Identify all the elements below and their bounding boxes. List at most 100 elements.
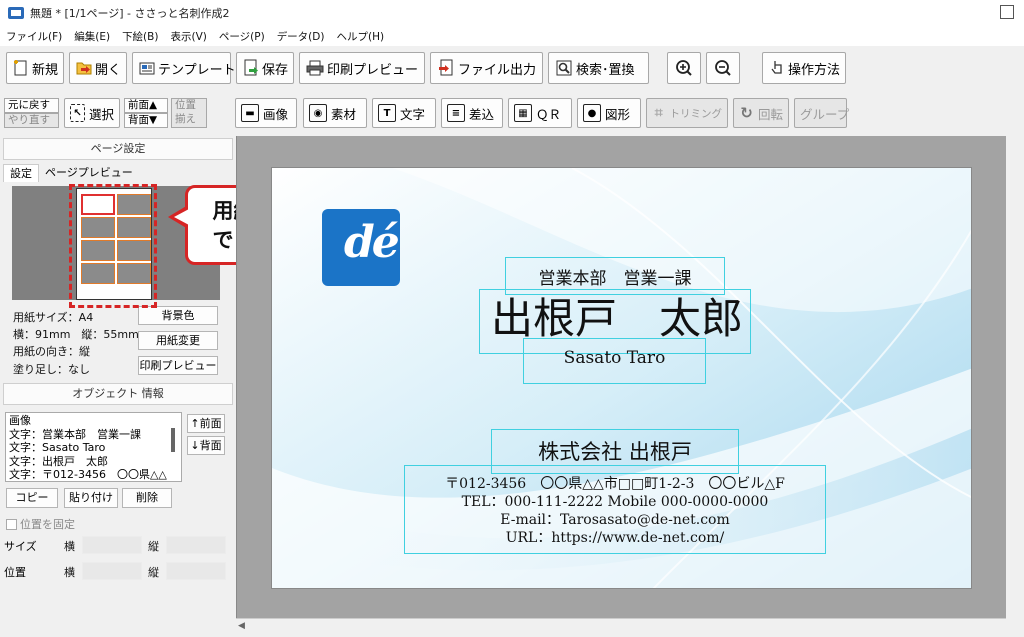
fix-position-checkbox[interactable] bbox=[6, 518, 17, 530]
position-y-field[interactable] bbox=[166, 562, 226, 580]
shape-label: 図形 bbox=[605, 106, 631, 122]
print-preview-side-button[interactable]: 印刷プレビュー bbox=[138, 356, 218, 375]
object-list[interactable]: 画像 文字：営業本部 営業一課 文字：Sasato Taro 文字：出根戸 太郎… bbox=[5, 412, 182, 482]
object-to-back-button[interactable]: ↓背面 bbox=[187, 436, 225, 455]
template-label: テンプレート bbox=[158, 62, 236, 78]
paste-button[interactable]: 貼り付け bbox=[64, 488, 118, 508]
tab-settings[interactable]: 設定 bbox=[3, 164, 39, 182]
department-text: 営業本部 営業一課 bbox=[538, 269, 692, 289]
send-back-button[interactable]: 背面▼ bbox=[124, 113, 168, 128]
hand-pointer-icon bbox=[769, 59, 785, 77]
background-color-button[interactable]: 背景色 bbox=[138, 306, 218, 325]
vertical-scrollbar[interactable] bbox=[1006, 136, 1024, 637]
file-export-icon bbox=[437, 59, 455, 77]
menu-file[interactable]: ファイル(F) bbox=[6, 29, 62, 44]
change-paper-button[interactable]: 用紙変更 bbox=[138, 331, 218, 350]
file-output-label: ファイル出力 bbox=[457, 62, 536, 78]
menu-background[interactable]: 下絵(B) bbox=[122, 29, 158, 44]
object-list-scrollbar[interactable] bbox=[171, 428, 175, 452]
qr-button[interactable]: ▦ ＱＲ bbox=[508, 98, 572, 128]
list-item[interactable]: 文字：〒012-3456 〇〇県△△ bbox=[9, 468, 178, 481]
list-item[interactable]: 文字：出根戸 太郎 bbox=[9, 455, 178, 469]
menu-page[interactable]: ページ(P) bbox=[219, 29, 265, 44]
paper-size-text: 用紙サイズ：A4 bbox=[13, 311, 94, 324]
window-control-icon[interactable] bbox=[1000, 5, 1014, 19]
search-replace-button[interactable]: 検索･置換 bbox=[548, 52, 649, 84]
window-title: 無題 * [1/1ページ] - ささっと名刺作成2 bbox=[30, 7, 230, 20]
page-settings-header: ページ設定 bbox=[3, 138, 233, 160]
main-toolbar: 新規 開く テンプレート 保存 印刷プレビュー ファイル出力 検索･置換 操作方… bbox=[0, 48, 1024, 88]
business-card[interactable]: dé 営業本部 営業一課 出根戸 太郎 Sasato Taro 株式会社 出根戸… bbox=[271, 167, 972, 589]
email-text: E-mail：Tarosasato@de-net.com bbox=[500, 512, 730, 528]
trimming-label: トリミング bbox=[669, 107, 723, 120]
group-label: グループ bbox=[800, 106, 850, 122]
position-y-label: 縦 bbox=[148, 566, 159, 579]
save-icon bbox=[243, 59, 259, 77]
align-label-line1: 位置 bbox=[171, 98, 207, 113]
list-item[interactable]: 文字：Sasato Taro bbox=[9, 441, 178, 455]
menu-edit[interactable]: 編集(E) bbox=[74, 29, 110, 44]
object-to-front-button[interactable]: ↑前面 bbox=[187, 414, 225, 433]
file-output-button[interactable]: ファイル出力 bbox=[430, 52, 543, 84]
open-button[interactable]: 開く bbox=[69, 52, 127, 84]
select-cursor-icon: ↖ bbox=[70, 104, 85, 122]
logo-text: dé bbox=[344, 217, 400, 268]
delete-button[interactable]: 削除 bbox=[122, 488, 172, 508]
trimming-button[interactable]: ⌗ トリミング bbox=[646, 98, 728, 128]
layer-order-group: 前面▲ 背面▼ bbox=[124, 98, 168, 128]
horizontal-scrollbar[interactable]: ◀ bbox=[236, 618, 1006, 637]
list-item[interactable]: 文字：営業本部 営業一課 bbox=[9, 428, 178, 442]
scroll-left-icon[interactable]: ◀ bbox=[238, 621, 245, 631]
app-icon bbox=[8, 7, 24, 19]
shape-button[interactable]: ● 図形 bbox=[577, 98, 641, 128]
rotate-label: 回転 bbox=[757, 106, 783, 122]
material-icon: ◉ bbox=[309, 104, 327, 122]
bleed-text: 塗り足し：なし bbox=[13, 363, 90, 376]
new-button[interactable]: 新規 bbox=[6, 52, 64, 84]
undo-redo-group: 元に戻す やり直す bbox=[4, 98, 59, 128]
size-height-field[interactable] bbox=[166, 536, 226, 554]
image-label: 画像 bbox=[263, 106, 289, 122]
new-document-icon bbox=[13, 59, 29, 77]
position-label: 位置 bbox=[4, 566, 26, 579]
zoom-in-button[interactable] bbox=[667, 52, 701, 84]
tab-page-preview[interactable]: ページプレビュー bbox=[39, 164, 139, 182]
qr-code-icon: ▦ bbox=[514, 104, 532, 122]
save-button[interactable]: 保存 bbox=[236, 52, 294, 84]
select-button[interactable]: ↖ 選択 bbox=[64, 98, 120, 128]
template-icon bbox=[139, 59, 155, 77]
undo-button[interactable]: 元に戻す bbox=[4, 98, 59, 113]
menu-data[interactable]: データ(D) bbox=[277, 29, 325, 44]
name-text: 出根戸 太郎 bbox=[490, 294, 743, 343]
menu-view[interactable]: 表示(V) bbox=[170, 29, 206, 44]
size-row: サイズ bbox=[4, 538, 37, 554]
align-label-line2: 揃え bbox=[171, 113, 207, 128]
company-logo[interactable]: dé bbox=[322, 209, 400, 286]
fix-position-label: 位置を固定 bbox=[20, 518, 75, 531]
template-button[interactable]: テンプレート bbox=[132, 52, 236, 84]
list-item[interactable]: 画像 bbox=[9, 414, 178, 428]
text-button[interactable]: T 文字 bbox=[372, 98, 436, 128]
print-preview-button[interactable]: 印刷プレビュー bbox=[299, 52, 425, 84]
qr-label: ＱＲ bbox=[536, 106, 562, 122]
insert-label: 差込 bbox=[469, 106, 495, 122]
position-row: 位置 bbox=[4, 564, 26, 580]
copy-button[interactable]: コピー bbox=[6, 488, 58, 508]
size-width-field[interactable] bbox=[82, 536, 142, 554]
bring-front-button[interactable]: 前面▲ bbox=[124, 98, 168, 113]
zoom-out-button[interactable] bbox=[706, 52, 740, 84]
insert-button[interactable]: ≡ 差込 bbox=[441, 98, 503, 128]
how-to-button[interactable]: 操作方法 bbox=[762, 52, 846, 84]
search-icon bbox=[555, 59, 573, 77]
redo-button[interactable]: やり直す bbox=[4, 113, 59, 128]
menu-help[interactable]: ヘルプ(H) bbox=[336, 29, 384, 44]
print-preview-label: 印刷プレビュー bbox=[327, 62, 419, 78]
image-button[interactable]: ▬ 画像 bbox=[235, 98, 297, 128]
rotate-button[interactable]: ↻ 回転 bbox=[733, 98, 789, 128]
material-button[interactable]: ◉ 素材 bbox=[303, 98, 367, 128]
align-button[interactable]: 位置 揃え bbox=[171, 98, 207, 128]
group-button[interactable]: グループ bbox=[794, 98, 850, 128]
menu-bar: ファイル(F) 編集(E) 下絵(B) 表示(V) ページ(P) データ(D) … bbox=[0, 26, 1024, 46]
fix-position-row[interactable]: 位置を固定 bbox=[6, 516, 75, 532]
position-x-field[interactable] bbox=[82, 562, 142, 580]
